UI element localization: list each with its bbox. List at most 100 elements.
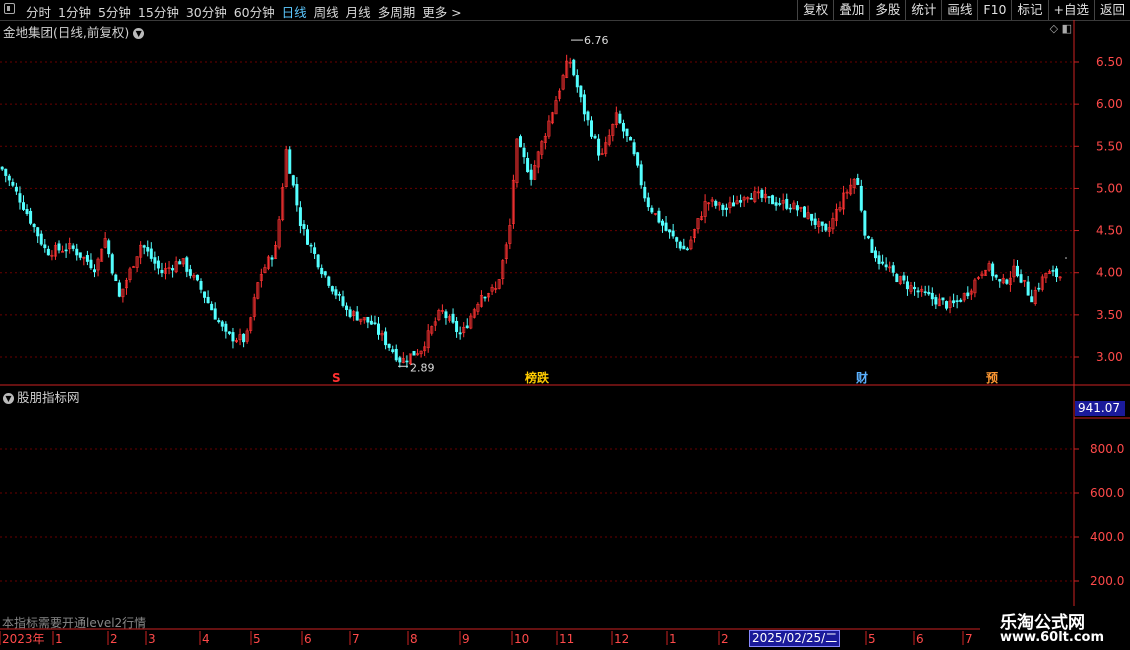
candle-body [589, 120, 593, 137]
candle-body [632, 142, 636, 155]
candle-body [110, 254, 114, 274]
indicator-tick-label: 800.0 [1090, 442, 1124, 456]
time-tick-label: 1 [669, 632, 677, 646]
candle-body [1051, 270, 1055, 272]
candle-body [618, 113, 622, 124]
low-price-label: 2.89 [410, 361, 435, 374]
candle-body [93, 269, 97, 273]
kline-chart[interactable]: 6.50 6.00 5.50 5.00 4.50 4.00 3.50 3.00 800.0 600… [0, 0, 1130, 650]
candle-body [671, 230, 675, 237]
candle-body [991, 263, 995, 277]
candle-body [334, 289, 338, 296]
candle-body [465, 325, 469, 329]
price-tick-label: 5.50 [1096, 139, 1123, 153]
price-tick-label: 5.00 [1096, 181, 1123, 195]
candle-body [298, 207, 302, 226]
candle-body [621, 122, 625, 132]
candle-body [934, 297, 938, 305]
candle-body [43, 244, 47, 249]
candle-body [856, 177, 860, 185]
time-tick-label: 2 [110, 632, 118, 646]
candle-body [597, 138, 601, 156]
candle-body [291, 175, 295, 186]
time-tick-label: 7 [965, 632, 973, 646]
candle-body [944, 301, 948, 309]
candle-body [398, 357, 402, 363]
candle-body [405, 360, 409, 363]
candle-body [739, 200, 743, 203]
candle-body [930, 292, 934, 300]
candle-body [4, 168, 8, 176]
candle-body [941, 297, 945, 301]
event-marker: 预 [986, 371, 998, 385]
candle-body [18, 193, 22, 203]
candle-body [288, 149, 292, 174]
candle-body [323, 271, 327, 276]
event-marker: 财 [855, 370, 868, 385]
candle-body [384, 331, 388, 346]
candle-body [355, 311, 359, 321]
candle-body [270, 257, 274, 260]
chevron-down-icon[interactable]: ▼ [3, 393, 14, 404]
candle-body [156, 260, 160, 269]
candle-body [185, 257, 189, 272]
candle-body [330, 286, 334, 292]
candle-body [650, 207, 654, 213]
candle-body [724, 207, 728, 210]
candle-body [309, 244, 313, 247]
candle-body [206, 296, 210, 304]
candle-body [774, 202, 778, 206]
time-tick-label: 5 [868, 632, 876, 646]
candle-body [64, 249, 68, 252]
candle-body [582, 94, 586, 115]
watermark-url: www.60lt.com [1000, 630, 1105, 645]
candle-body [160, 269, 164, 274]
candle-body [813, 218, 817, 225]
candle-body [760, 189, 764, 198]
candle-body [785, 198, 789, 209]
candle-body [1005, 279, 1009, 284]
candle-body [625, 128, 629, 136]
price-tick-label: 3.00 [1096, 350, 1123, 364]
candle-body [1055, 268, 1059, 278]
indicator-tick-label: 600.0 [1090, 486, 1124, 500]
candle-body [966, 292, 970, 297]
candle-body [657, 210, 661, 223]
candle-body [366, 316, 370, 323]
candle-body [36, 227, 40, 237]
candle-body [526, 157, 530, 173]
candle-body [21, 202, 25, 210]
candle-body [771, 195, 775, 205]
candle-body [1026, 281, 1030, 296]
candle-body [643, 186, 647, 199]
candle-body [714, 200, 718, 206]
candle-body [863, 210, 867, 236]
candle-body [458, 332, 462, 335]
candle-body [455, 320, 459, 332]
candle-body [994, 274, 998, 278]
candle-body [916, 290, 920, 293]
candle-body [0, 166, 4, 170]
candle-body [313, 247, 317, 254]
candle-body [866, 236, 870, 239]
candle-body [337, 294, 341, 296]
candle-body [749, 197, 753, 200]
candle-body [107, 240, 111, 255]
candle-body [721, 204, 725, 210]
candle-body [327, 276, 331, 286]
candle-body [902, 275, 906, 281]
candle-body [146, 247, 150, 252]
candle-body [1037, 287, 1041, 290]
time-tick-label: 4 [202, 632, 210, 646]
candle-body [171, 268, 175, 271]
candle-body [998, 279, 1002, 282]
candle-body [78, 252, 82, 258]
candle-body [895, 274, 899, 283]
time-tick-label: 2023年 [2, 632, 45, 646]
candle-body [884, 264, 888, 268]
candle-body [46, 248, 50, 256]
candle-body [959, 299, 963, 302]
candle-body [220, 321, 224, 327]
indicator-tick-label: 400.0 [1090, 530, 1124, 544]
candle-body [213, 308, 217, 320]
